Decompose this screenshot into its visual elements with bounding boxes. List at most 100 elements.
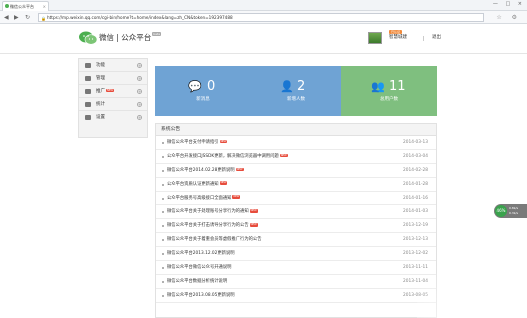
notice-row[interactable]: 微信公众平台支付申请指引 NEW 2014-03-13 bbox=[156, 136, 436, 150]
notice-link[interactable]: 微信公众平台关于着重会员等虚假推广行为的公告 bbox=[167, 237, 262, 242]
notice-link[interactable]: 微信公众平台数据分析统计说明 bbox=[167, 279, 227, 284]
browser-tab[interactable]: 微信公众平台 × bbox=[2, 1, 49, 11]
new-badge: NEW bbox=[279, 153, 288, 158]
notice-link[interactable]: 微信公众平台2014.02.28更新说明 bbox=[167, 168, 235, 173]
bullet-icon bbox=[162, 197, 164, 200]
new-messages-label: 新消息 bbox=[196, 97, 210, 102]
bullet-icon bbox=[162, 155, 164, 158]
speed-ball: 46% bbox=[495, 205, 507, 217]
bullet-icon bbox=[162, 183, 164, 186]
new-followers-label: 新增人数 bbox=[287, 97, 305, 102]
notice-link[interactable]: 公众平台开发接口JSSDK更新，解决微信浏览器中调用问题 bbox=[167, 154, 279, 159]
expand-icon[interactable]: + bbox=[137, 76, 142, 81]
notice-date: 2014-01-16 bbox=[403, 195, 428, 201]
address-url: https://mp.weixin.qq.com/cgi-bin/home?t=… bbox=[47, 15, 233, 20]
expand-icon[interactable]: + bbox=[137, 89, 142, 94]
sidebar-item-promote[interactable]: 推广 NEW + bbox=[79, 85, 147, 98]
account-name[interactable]: 智慧城建 bbox=[389, 35, 407, 41]
notice-link[interactable]: 微信公众平台微信公众号开通说明 bbox=[167, 265, 231, 270]
notice-link[interactable]: 微信公众平台2013.12.02更新说明 bbox=[167, 251, 235, 256]
new-badge: NEW bbox=[219, 181, 228, 185]
bullet-icon bbox=[162, 169, 164, 172]
notice-date: 2014-02-28 bbox=[403, 167, 428, 173]
notice-row[interactable]: 微信公众平台2014.02.28更新说明 NEW 2014-02-28 bbox=[156, 164, 436, 178]
bullet-icon bbox=[162, 225, 164, 228]
address-bar[interactable]: 🔒 https://mp.weixin.qq.com/cgi-bin/home?… bbox=[38, 13, 484, 22]
expand-icon[interactable]: + bbox=[137, 115, 142, 120]
beta-badge: beta bbox=[152, 32, 162, 36]
gear-icon bbox=[85, 115, 91, 120]
tab-close-icon[interactable]: × bbox=[43, 2, 46, 11]
brand-title[interactable]: 微信 | 公众平台 beta bbox=[99, 32, 162, 44]
bullet-icon bbox=[162, 294, 164, 297]
total-users-count: 11 bbox=[389, 79, 406, 94]
notice-link[interactable]: 微信公众平台关于处理账号分享行为的通知 bbox=[167, 209, 249, 214]
browser-menu-icons[interactable]: ☆ ⚙ bbox=[496, 13, 521, 22]
notice-title: 系统公告 bbox=[156, 124, 436, 136]
notice-row[interactable]: 微信公众平台数据分析统计说明 2013-11-04 bbox=[156, 275, 436, 289]
notice-date: 2013-12-19 bbox=[403, 223, 428, 229]
notice-link[interactable]: 微信公众平台关于打击诱导分享行为的公告 bbox=[167, 223, 249, 228]
bullet-icon bbox=[162, 211, 164, 214]
new-followers-card[interactable]: 👤 2 新增人数 bbox=[248, 66, 344, 116]
reload-icon[interactable]: ↻ bbox=[25, 13, 30, 22]
sidebar-item-label: 功能 bbox=[96, 63, 105, 68]
sidebar-item-stats[interactable]: 统计 + bbox=[79, 98, 147, 111]
notice-row[interactable]: 微信公众平台2013.08.05更新说明 2013-08-05 bbox=[156, 289, 436, 303]
total-users-card[interactable]: 👥 11 总用户数 bbox=[341, 66, 437, 116]
person-icon: 👤 bbox=[280, 80, 294, 93]
new-messages-card[interactable]: 💬 0 新消息 bbox=[155, 66, 251, 116]
brand-text: 微信 | 公众平台 bbox=[99, 33, 152, 42]
total-users-label: 总用户数 bbox=[380, 97, 398, 102]
logout-link[interactable]: 退出 bbox=[432, 35, 441, 41]
function-icon bbox=[85, 63, 91, 68]
notice-link[interactable]: 微信公众平台支付申请指引 bbox=[167, 140, 219, 145]
wechat-logo-icon bbox=[79, 31, 98, 45]
window-controls[interactable]: — □ × bbox=[493, 1, 525, 7]
new-badge: NEW bbox=[232, 195, 241, 199]
sidebar-item-label: 推广 bbox=[96, 89, 105, 94]
wechat-favicon-icon bbox=[5, 4, 9, 8]
notice-row[interactable]: 微信公众平台关于打击诱导分享行为的公告 NEW 2013-12-19 bbox=[156, 219, 436, 234]
browser-tab-title: 微信公众平台 bbox=[10, 4, 34, 9]
notice-row[interactable]: 公众平台资质认证更新通知 NEW 2014-01-28 bbox=[156, 178, 436, 192]
sidebar-item-function[interactable]: 功能 + bbox=[79, 59, 147, 72]
bullet-icon bbox=[162, 253, 164, 256]
sidebar-item-settings[interactable]: 设置 + bbox=[79, 111, 147, 124]
sidebar-item-label: 管理 bbox=[96, 76, 105, 81]
forward-icon[interactable]: ▶ bbox=[14, 13, 19, 22]
expand-icon[interactable]: + bbox=[137, 102, 142, 107]
notice-date: 2013-11-11 bbox=[403, 265, 428, 271]
network-speed-widget[interactable]: 46% 0.8k/s 0.3k/s bbox=[494, 204, 527, 218]
notice-date: 2014-03-04 bbox=[403, 153, 428, 159]
notice-row[interactable]: 公众平台开发接口JSSDK更新，解决微信浏览器中调用问题 NEW 2014-03-0… bbox=[156, 150, 436, 164]
chat-icon: 💬 bbox=[188, 80, 202, 93]
notice-row[interactable]: 微信公众平台2013.12.02更新说明 2013-12-02 bbox=[156, 247, 436, 262]
browser-toolbar: ◀ ▶ ↻ 🔒 https://mp.weixin.qq.com/cgi-bin… bbox=[0, 11, 527, 24]
expand-icon[interactable]: + bbox=[137, 63, 142, 68]
sidebar-menu: 功能 + 管理 + 推广 NEW + 统计 + 设置 + bbox=[78, 58, 148, 138]
new-messages-count: 0 bbox=[207, 79, 216, 94]
notice-date: 2013-12-02 bbox=[403, 251, 428, 257]
notice-link[interactable]: 公众平台资质认证更新通知 bbox=[167, 182, 219, 187]
notice-row[interactable]: 公众平台服务号高级接口全面通知 NEW 2014-01-16 bbox=[156, 192, 436, 206]
back-icon[interactable]: ◀ bbox=[4, 13, 9, 22]
sidebar-item-label: 统计 bbox=[96, 102, 105, 107]
notice-row[interactable]: 微信公众平台微信公众号开通说明 2013-11-11 bbox=[156, 261, 436, 275]
new-badge: NEW bbox=[249, 209, 258, 213]
notice-row[interactable]: 微信公众平台关于着重会员等虚假推广行为的公告 2013-12-13 bbox=[156, 233, 436, 248]
browser-tab-bar: 微信公众平台 × — □ × bbox=[0, 0, 527, 11]
notice-row[interactable]: 微信公众平台关于处理账号分享行为的通知 NEW 2014-01-03 bbox=[156, 205, 436, 220]
notice-date: 2013-11-04 bbox=[403, 278, 428, 284]
bullet-icon bbox=[162, 142, 164, 144]
header-divider bbox=[423, 36, 424, 41]
sidebar-item-manage[interactable]: 管理 + bbox=[79, 72, 147, 85]
notice-date: 2014-01-28 bbox=[403, 181, 428, 187]
bullet-icon bbox=[162, 239, 164, 242]
sidebar-item-label: 设置 bbox=[96, 115, 105, 120]
new-badge: NEW bbox=[219, 139, 228, 144]
notice-link[interactable]: 公众平台服务号高级接口全面通知 bbox=[167, 196, 231, 201]
notice-link[interactable]: 微信公众平台2013.08.05更新说明 bbox=[167, 293, 235, 298]
page-header: 微信 | 公众平台 beta 已认证 智慧城建 退出 bbox=[0, 24, 527, 54]
avatar[interactable] bbox=[368, 32, 382, 44]
